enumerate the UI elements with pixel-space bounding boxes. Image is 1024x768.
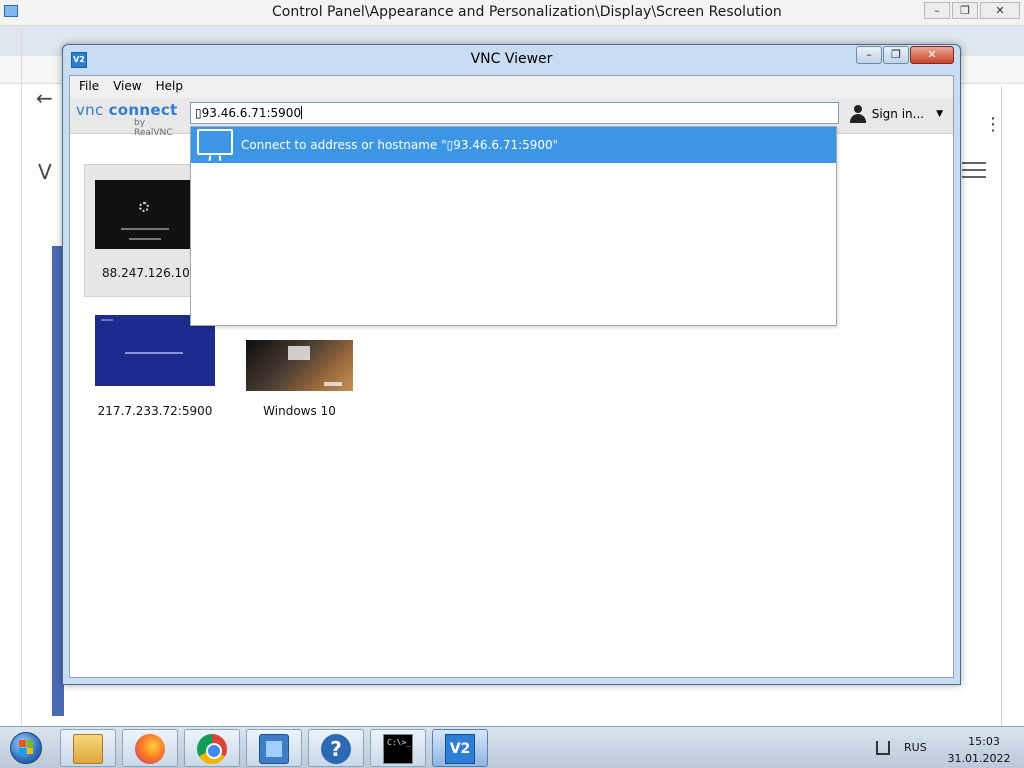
browser-right-border [1001, 86, 1002, 736]
menu-help[interactable]: Help [151, 76, 188, 98]
connection-label-3[interactable]: Windows 10 [246, 404, 353, 418]
connection-thumbnail-3[interactable] [246, 340, 353, 391]
control-panel-window-controls: – ❐ ✕ [924, 2, 1020, 19]
monitor-icon [197, 129, 233, 163]
control-panel-title: Control Panel\Appearance and Personaliza… [272, 4, 782, 20]
network-icon[interactable] [876, 741, 890, 755]
folder-icon [73, 734, 103, 764]
vnc-connect-logo: vnc connect by RealVNC [76, 101, 186, 138]
menu-file[interactable]: File [74, 76, 104, 98]
vnc-titlebar[interactable]: V2 VNC Viewer – ❐ ✕ [63, 45, 960, 75]
vnc-minimize-button[interactable]: – [856, 46, 882, 64]
cmd-icon: C:\>_ [383, 734, 413, 764]
clock-time[interactable]: 15:03 [956, 735, 1012, 748]
connect-to-address-label: Connect to address or hostname "▯93.46.6… [241, 138, 559, 152]
sign-in-button[interactable]: Sign in... ▼ [849, 105, 943, 123]
kebab-menu-icon[interactable]: ⋮ [984, 114, 1002, 135]
person-icon [849, 105, 866, 123]
firefox-icon [135, 734, 165, 764]
thumbnail-bar [324, 382, 342, 386]
vnc-client-area: File View Help vnc connect by RealVNC ▯9… [69, 75, 954, 678]
hamburger-menu-icon[interactable] [962, 162, 986, 178]
search-prefix-glyph: ▯ [195, 106, 202, 120]
vnc-logo-byline: by RealVNC [134, 118, 173, 138]
control-panel-titlebar: Control Panel\Appearance and Personaliza… [0, 0, 1024, 26]
vnc-window-title: VNC Viewer [470, 51, 553, 67]
address-search-input[interactable]: ▯93.46.6.71:5900 [190, 102, 839, 124]
taskbar: ? C:\>_ V2 RUS 15:03 31.01.2022 [0, 726, 1024, 768]
start-button[interactable] [4, 729, 48, 767]
connection-label-1[interactable]: 88.247.126.104:59 [95, 266, 195, 280]
sign-in-label: Sign in... [871, 107, 925, 121]
vnc-logo-wordmark: vnc connect [76, 101, 178, 119]
system-tray: RUS 15:03 31.01.2022 [866, 727, 1024, 768]
clock-date[interactable]: 31.01.2022 [942, 752, 1016, 765]
chrome-icon [197, 734, 227, 764]
thumbnail-text-line [125, 352, 183, 354]
vnc-maximize-button[interactable]: ❐ [883, 46, 909, 64]
minimize-button[interactable]: – [924, 2, 950, 19]
vnc-menubar: File View Help [70, 76, 953, 98]
chevron-down-icon: ▼ [936, 109, 943, 119]
text-caret [301, 106, 303, 119]
close-button[interactable]: ✕ [980, 2, 1020, 19]
taskbar-vnc-viewer[interactable]: V2 [432, 729, 488, 767]
thumbnail-decoration [101, 319, 113, 321]
browser-page-letter: V [38, 160, 52, 184]
browser-left-panel [0, 26, 22, 726]
address-suggestion-dropdown: Connect to address or hostname "▯93.46.6… [190, 126, 837, 326]
windows-flag-icon [19, 740, 33, 754]
language-indicator[interactable]: RUS [904, 741, 927, 754]
taskbar-firefox[interactable] [122, 729, 178, 767]
taskbar-cmd[interactable]: C:\>_ [370, 729, 426, 767]
vnc-viewer-window: V2 VNC Viewer – ❐ ✕ File View Help vnc c… [62, 44, 961, 685]
thumbnail-text-line [121, 228, 169, 230]
maximize-button[interactable]: ❐ [952, 2, 978, 19]
vnc-window-controls: – ❐ ✕ [856, 46, 954, 64]
control-panel-icon [4, 5, 18, 17]
help-icon: ? [321, 734, 351, 764]
connect-to-address-item[interactable]: Connect to address or hostname "▯93.46.6… [191, 127, 836, 163]
taskbar-chrome[interactable] [184, 729, 240, 767]
vnc-close-button[interactable]: ✕ [910, 46, 954, 64]
taskbar-control-panel[interactable] [246, 729, 302, 767]
control-panel-icon [259, 734, 289, 764]
taskbar-help[interactable]: ? [308, 729, 364, 767]
search-input-value: 93.46.6.71:5900 [201, 106, 302, 120]
thumbnail-text-line [129, 238, 161, 240]
taskbar-explorer[interactable] [60, 729, 116, 767]
connection-label-2[interactable]: 217.7.233.72:5900 [95, 404, 215, 418]
loading-spinner-icon [139, 202, 149, 212]
connection-thumbnail-1[interactable] [95, 180, 195, 249]
back-arrow-icon[interactable]: ← [36, 86, 53, 110]
thumbnail-login-panel [288, 346, 310, 360]
menu-view[interactable]: View [108, 76, 146, 98]
vnc-icon: V2 [445, 734, 475, 764]
